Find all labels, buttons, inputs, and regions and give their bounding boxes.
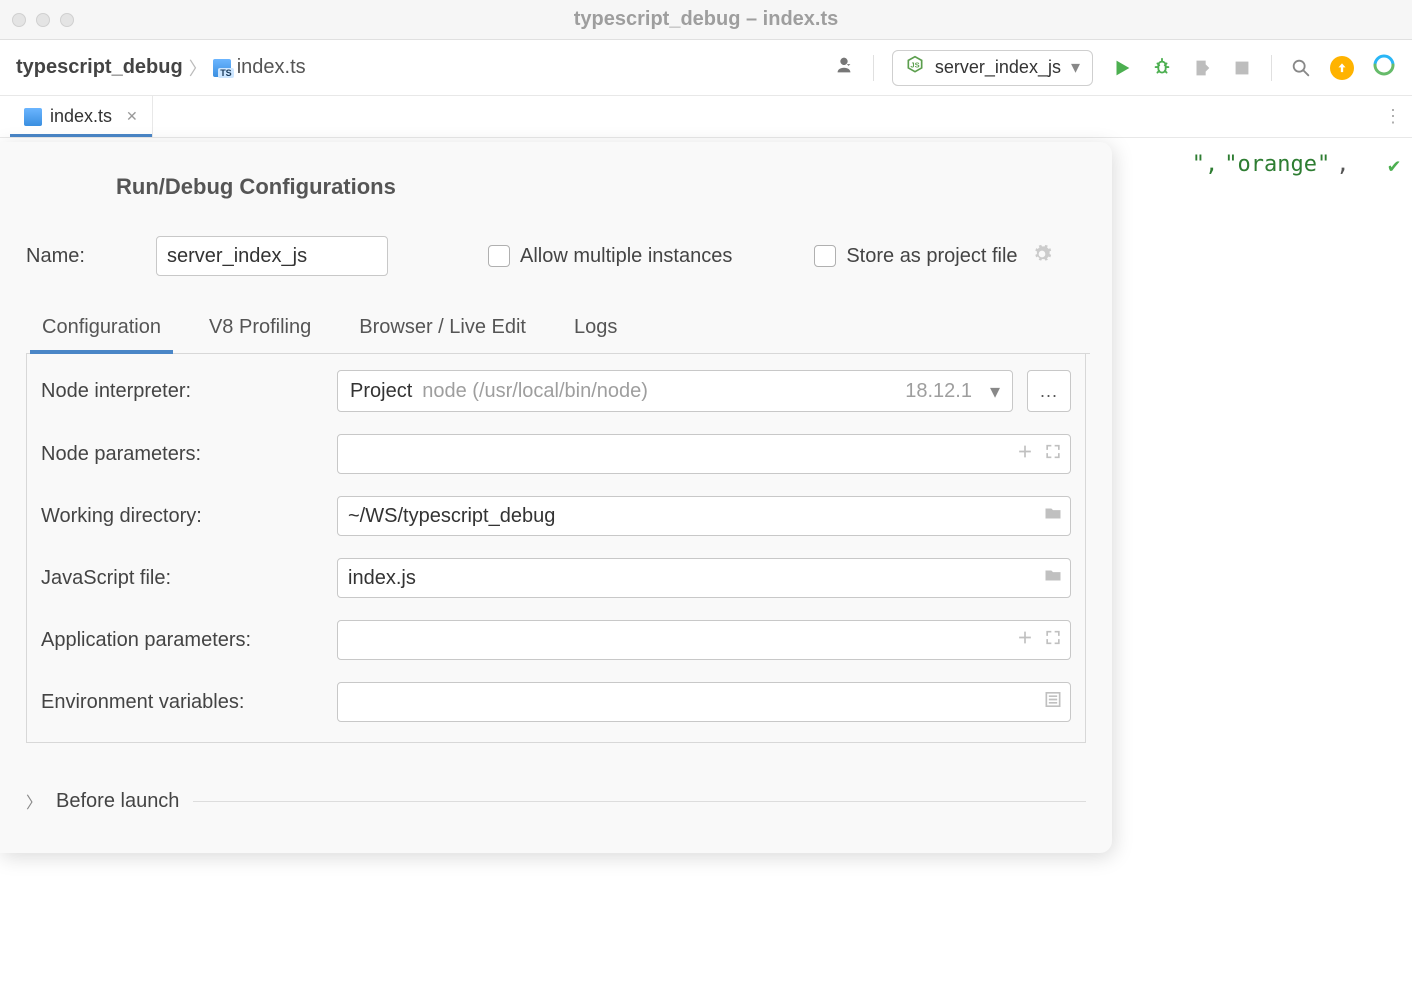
- working-directory-input[interactable]: [337, 496, 1071, 536]
- store-project-checkbox[interactable]: [814, 245, 836, 267]
- app-parameters-row: Application parameters:: [41, 620, 1071, 660]
- nodejs-icon: JS: [905, 55, 925, 80]
- editor-tabs: index.ts ✕ ⋮: [0, 96, 1412, 138]
- run-button[interactable]: [1111, 57, 1133, 79]
- chevron-right-icon: 〉: [189, 55, 207, 81]
- allow-multiple-group[interactable]: Allow multiple instances: [488, 245, 732, 268]
- env-vars-row: Environment variables:: [41, 682, 1071, 722]
- folder-icon[interactable]: [1043, 504, 1063, 529]
- chevron-down-icon: ▾: [990, 379, 1000, 404]
- env-vars-label: Environment variables:: [41, 691, 337, 714]
- update-available-icon[interactable]: [1330, 56, 1354, 80]
- minimize-window-icon[interactable]: [36, 13, 50, 27]
- javascript-file-input[interactable]: [337, 558, 1071, 598]
- search-icon[interactable]: [1290, 57, 1312, 79]
- plus-icon[interactable]: [1015, 442, 1035, 467]
- separator: [1271, 55, 1272, 81]
- store-project-group[interactable]: Store as project file: [814, 244, 1051, 269]
- stop-button: [1231, 57, 1253, 79]
- window-controls: [12, 13, 74, 27]
- ts-file-icon: [213, 59, 231, 77]
- tab-overflow-icon[interactable]: ⋮: [1384, 96, 1412, 137]
- gear-icon[interactable]: [1028, 244, 1052, 269]
- breadcrumb: typescript_debug 〉 index.ts: [16, 55, 306, 81]
- expand-icon[interactable]: [1043, 628, 1063, 653]
- svg-text:JS: JS: [910, 61, 919, 70]
- inspection-ok-icon[interactable]: ✔: [1388, 153, 1400, 177]
- separator: [873, 55, 874, 81]
- breadcrumb-file[interactable]: index.ts: [237, 56, 306, 79]
- tab-label: index.ts: [50, 106, 112, 127]
- name-row: Name: Allow multiple instances Store as …: [26, 236, 1090, 276]
- tab-browser-live-edit[interactable]: Browser / Live Edit: [355, 308, 530, 349]
- list-icon[interactable]: [1043, 690, 1063, 715]
- coverage-button[interactable]: [1191, 57, 1213, 79]
- code-comma: ,: [1336, 152, 1349, 177]
- tab-v8-profiling[interactable]: V8 Profiling: [205, 308, 315, 349]
- window-title: typescript_debug – index.ts: [574, 8, 839, 31]
- interpreter-version: 18.12.1: [905, 380, 972, 403]
- node-interpreter-label: Node interpreter:: [41, 380, 337, 403]
- node-interpreter-select[interactable]: Project node (/usr/local/bin/node) 18.12…: [337, 370, 1013, 412]
- code-with-me-icon[interactable]: [1372, 53, 1396, 82]
- toolbar-right: JS server_index_js ▾: [833, 50, 1396, 86]
- tab-configuration[interactable]: Configuration: [38, 308, 165, 349]
- store-project-label: Store as project file: [846, 245, 1017, 268]
- env-vars-input[interactable]: [337, 682, 1071, 722]
- ts-file-icon: [24, 108, 42, 126]
- interpreter-browse-button[interactable]: ...: [1027, 370, 1071, 412]
- before-launch-section[interactable]: 〉 Before launch: [26, 789, 1086, 813]
- plus-icon[interactable]: [1015, 628, 1035, 653]
- main-toolbar: typescript_debug 〉 index.ts JS server_in…: [0, 40, 1412, 96]
- run-config-selector[interactable]: JS server_index_js ▾: [892, 50, 1093, 86]
- folder-icon[interactable]: [1043, 566, 1063, 591]
- expand-icon[interactable]: [1043, 442, 1063, 467]
- debug-button[interactable]: [1151, 57, 1173, 79]
- run-config-name: server_index_js: [935, 57, 1061, 78]
- allow-multiple-checkbox[interactable]: [488, 245, 510, 267]
- close-window-icon[interactable]: [12, 13, 26, 27]
- config-name-input[interactable]: [156, 236, 388, 276]
- dialog-tabs: Configuration V8 Profiling Browser / Liv…: [26, 308, 1090, 354]
- node-interpreter-row: Node interpreter: Project node (/usr/loc…: [41, 370, 1071, 412]
- collaborators-icon[interactable]: [833, 54, 855, 81]
- tab-logs[interactable]: Logs: [570, 308, 621, 349]
- tab-index-ts[interactable]: index.ts ✕: [10, 96, 153, 137]
- titlebar: typescript_debug – index.ts: [0, 0, 1412, 40]
- interpreter-path: node (/usr/local/bin/node): [422, 380, 895, 403]
- code-string: ",: [1192, 152, 1219, 177]
- before-launch-label: Before launch: [56, 790, 179, 813]
- code-string: "orange": [1224, 152, 1330, 177]
- dialog-title: Run/Debug Configurations: [116, 174, 1090, 200]
- run-debug-config-dialog: Run/Debug Configurations Name: Allow mul…: [0, 142, 1112, 853]
- editor-visible-fragment: ", "orange" , ✔: [1192, 152, 1400, 177]
- close-tab-icon[interactable]: ✕: [126, 108, 138, 125]
- maximize-window-icon[interactable]: [60, 13, 74, 27]
- javascript-file-row: JavaScript file:: [41, 558, 1071, 598]
- node-parameters-row: Node parameters:: [41, 434, 1071, 474]
- chevron-right-icon: 〉: [26, 789, 42, 813]
- configuration-panel: Node interpreter: Project node (/usr/loc…: [26, 354, 1086, 743]
- divider: [193, 801, 1086, 802]
- node-parameters-label: Node parameters:: [41, 443, 337, 466]
- working-directory-label: Working directory:: [41, 505, 337, 528]
- javascript-file-label: JavaScript file:: [41, 567, 337, 590]
- chevron-down-icon: ▾: [1071, 57, 1080, 78]
- working-directory-row: Working directory:: [41, 496, 1071, 536]
- app-parameters-label: Application parameters:: [41, 629, 337, 652]
- node-parameters-input[interactable]: [337, 434, 1071, 474]
- interpreter-scope: Project: [350, 380, 412, 403]
- allow-multiple-label: Allow multiple instances: [520, 245, 732, 268]
- app-parameters-input[interactable]: [337, 620, 1071, 660]
- breadcrumb-project[interactable]: typescript_debug: [16, 56, 183, 79]
- name-label: Name:: [26, 245, 134, 268]
